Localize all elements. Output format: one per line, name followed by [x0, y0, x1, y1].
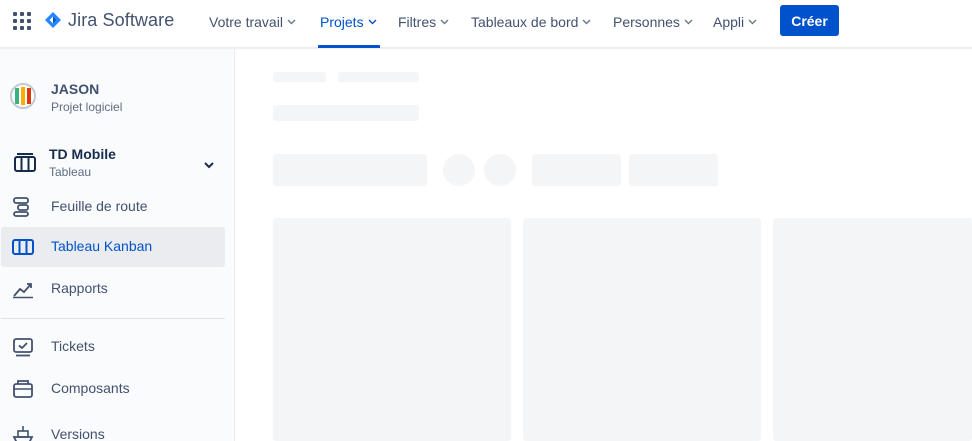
skeleton-avatar: [443, 154, 475, 186]
skeleton-page-title: [273, 105, 419, 121]
sidebar-item-reports[interactable]: Rapports: [1, 269, 225, 309]
sidebar-item-roadmap[interactable]: Feuille de route: [1, 187, 225, 227]
component-icon: [12, 379, 34, 399]
project-type: Projet logiciel: [51, 100, 123, 114]
project-sidebar: JASON Projet logiciel TD Mobile Tableau …: [0, 49, 235, 441]
issues-icon: [12, 337, 34, 357]
skeleton-breadcrumb: [273, 72, 326, 82]
chevron-down-icon: [368, 18, 377, 27]
sidebar-item-label: Composants: [51, 380, 130, 396]
board-switcher[interactable]: TD Mobile Tableau: [0, 141, 234, 185]
ship-icon: [12, 425, 34, 441]
sidebar-divider: [1, 318, 225, 319]
chart-line-icon: [12, 279, 34, 299]
sidebar-item-label: Rapports: [51, 280, 108, 296]
chevron-down-icon: [684, 18, 693, 27]
sidebar-item-kanban[interactable]: Tableau Kanban: [1, 227, 225, 267]
nav-label: Projets: [320, 14, 364, 30]
create-button[interactable]: Créer: [780, 5, 839, 36]
nav-label: Tableaux de bord: [471, 14, 579, 30]
project-name: JASON: [51, 81, 100, 97]
project-avatar: [10, 83, 36, 109]
nav-personnes[interactable]: Personnes: [613, 12, 693, 32]
board-content-loading: [235, 49, 972, 441]
chevron-down-icon: [582, 18, 591, 27]
sidebar-item-versions[interactable]: Versions: [1, 415, 225, 441]
logo-text: Jira Software: [68, 9, 175, 30]
nav-projets[interactable]: Projets: [320, 12, 377, 32]
sidebar-item-tickets[interactable]: Tickets: [1, 327, 225, 367]
jira-diamond-icon: [45, 12, 61, 28]
jira-logo[interactable]: Jira Software: [44, 9, 174, 31]
skeleton-board-column: [773, 218, 972, 441]
nav-appli[interactable]: Appli: [713, 12, 757, 32]
top-navigation: Jira Software Votre travail Projets Filt…: [0, 0, 972, 48]
active-nav-indicator: [318, 45, 380, 48]
sidebar-item-components[interactable]: Composants: [1, 369, 225, 409]
app-switcher-icon[interactable]: [13, 12, 33, 30]
sidebar-item-label: Feuille de route: [51, 198, 148, 214]
nav-label: Votre travail: [209, 14, 283, 30]
chevron-down-icon: [287, 18, 296, 27]
skeleton-board-column: [523, 218, 761, 441]
nav-label: Appli: [713, 14, 745, 30]
skeleton-filter: [629, 154, 718, 186]
sidebar-item-label: Versions: [51, 426, 105, 441]
skeleton-breadcrumb: [338, 72, 419, 82]
sidebar-item-label: Tableau Kanban: [51, 238, 153, 254]
skeleton-board-column: [273, 218, 511, 441]
nav-label: Filtres: [398, 14, 437, 30]
chevron-down-icon: [748, 18, 757, 27]
nav-label: Personnes: [613, 14, 680, 30]
board-name: TD Mobile: [49, 146, 116, 162]
chevron-down-icon: [440, 18, 449, 27]
roadmap-icon: [12, 197, 34, 217]
nav-tableaux-de-bord[interactable]: Tableaux de bord: [471, 12, 591, 32]
nav-filtres[interactable]: Filtres: [398, 12, 449, 32]
board-type: Tableau: [49, 165, 92, 179]
chevron-down-icon: [203, 156, 215, 174]
skeleton-filter: [532, 154, 621, 186]
board-columns-icon: [12, 237, 34, 257]
nav-votre-travail[interactable]: Votre travail: [209, 12, 296, 32]
board-icon: [14, 153, 36, 178]
project-header[interactable]: JASON Projet logiciel: [0, 69, 234, 125]
skeleton-avatar: [484, 154, 516, 186]
skeleton-search-input: [273, 154, 427, 186]
sidebar-item-label: Tickets: [51, 338, 95, 354]
